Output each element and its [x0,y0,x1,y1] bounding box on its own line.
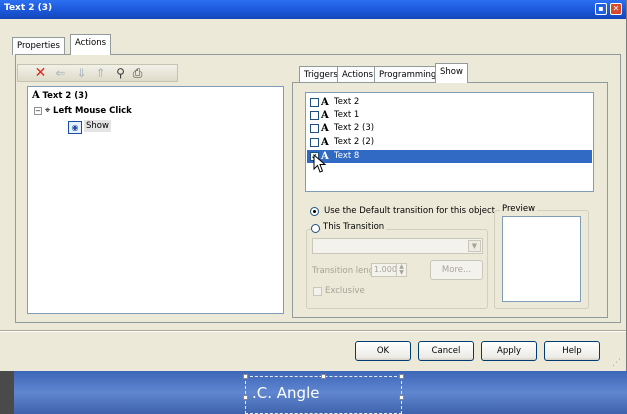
cancel-button[interactable]: Cancel [418,341,474,361]
action-tree[interactable]: A Text 2 (3) − ⌖ Left Mouse Click ◉ Show [27,86,284,314]
slide-gutter [0,371,14,414]
list-item[interactable]: A Text 2 (2) [307,136,592,149]
item-checkbox[interactable] [310,111,319,120]
resize-handle[interactable] [321,374,326,379]
tab-actions[interactable]: Actions [70,34,112,55]
text-object-icon: A [32,90,40,101]
preview-area [502,216,581,302]
print-icon[interactable]: ⎙ [131,67,144,80]
ok-button[interactable]: OK [355,341,411,361]
list-item-selected[interactable]: ✓ A Text 8 [307,150,592,163]
this-transition-radio[interactable] [311,224,320,233]
item-checkbox[interactable] [310,124,319,133]
text-object-icon: A [321,137,329,148]
arrow-up-icon[interactable]: ⇑ [94,67,107,80]
this-transition-label: This Transition [321,222,387,232]
minimize-icon[interactable]: ▪ [595,3,607,15]
title-bar[interactable]: Text 2 (3) ▪ ✕ [0,0,626,19]
mouse-cursor-icon [313,154,327,173]
close-icon[interactable]: ✕ [610,3,622,15]
resize-handle[interactable] [399,395,404,400]
window-title: Text 2 (3) [4,3,53,13]
collapse-icon[interactable]: − [34,106,42,115]
default-transition-radio[interactable] [310,207,319,216]
action-toolbar: ✕ ⇐ ⇓ ⇑ ⚲ ⎙ [17,64,178,82]
resize-handle[interactable] [399,374,404,379]
resize-handle[interactable] [243,374,248,379]
more-button[interactable]: More... [430,260,483,280]
arrow-down-icon[interactable]: ⇓ [75,67,88,80]
transition-select[interactable]: ▼ [312,238,483,254]
exclusive-label: Exclusive [325,286,365,296]
tree-action-show[interactable]: Show [84,120,111,132]
tree-root[interactable]: A Text 2 (3) [32,90,88,101]
arrow-left-icon[interactable]: ⇐ [54,67,67,80]
exclusive-checkbox[interactable] [313,287,322,296]
preview-label: Preview [500,204,538,214]
chevron-down-icon[interactable]: ▼ [468,240,481,252]
show-action-icon: ◉ [68,121,82,134]
item-checkbox[interactable] [310,98,319,107]
object-list[interactable]: A Text 2 A Text 1 A Text 2 (3) A Text 2 … [305,92,594,192]
text-object-icon: A [321,97,329,108]
button-separator [0,330,626,332]
item-checkbox[interactable] [310,138,319,147]
tab-properties[interactable]: Properties [12,37,65,55]
slide-text[interactable]: .C. Angle [252,384,319,402]
resize-handle[interactable] [243,395,248,400]
apply-button[interactable]: Apply [481,341,537,361]
resize-grip-icon[interactable]: ⋰ [612,357,624,369]
tab-show[interactable]: Show [435,63,468,83]
tree-icon[interactable]: ⚲ [114,67,127,80]
list-item[interactable]: A Text 2 (3) [307,122,592,135]
list-item[interactable]: A Text 2 [307,96,592,109]
stepper-arrows-icon[interactable]: ▲ ▼ [396,264,406,276]
default-transition-label: Use the Default transition for this obje… [324,206,495,216]
mouse-click-icon: ⌖ [44,105,51,116]
help-button[interactable]: Help [544,341,600,361]
tree-trigger[interactable]: − ⌖ Left Mouse Click [34,105,132,116]
text-object-icon: A [321,123,329,134]
list-item[interactable]: A Text 1 [307,109,592,122]
transition-length-stepper[interactable]: 1.000 ▲ ▼ [371,263,407,277]
text-object-icon: A [321,110,329,121]
delete-icon[interactable]: ✕ [34,66,47,80]
